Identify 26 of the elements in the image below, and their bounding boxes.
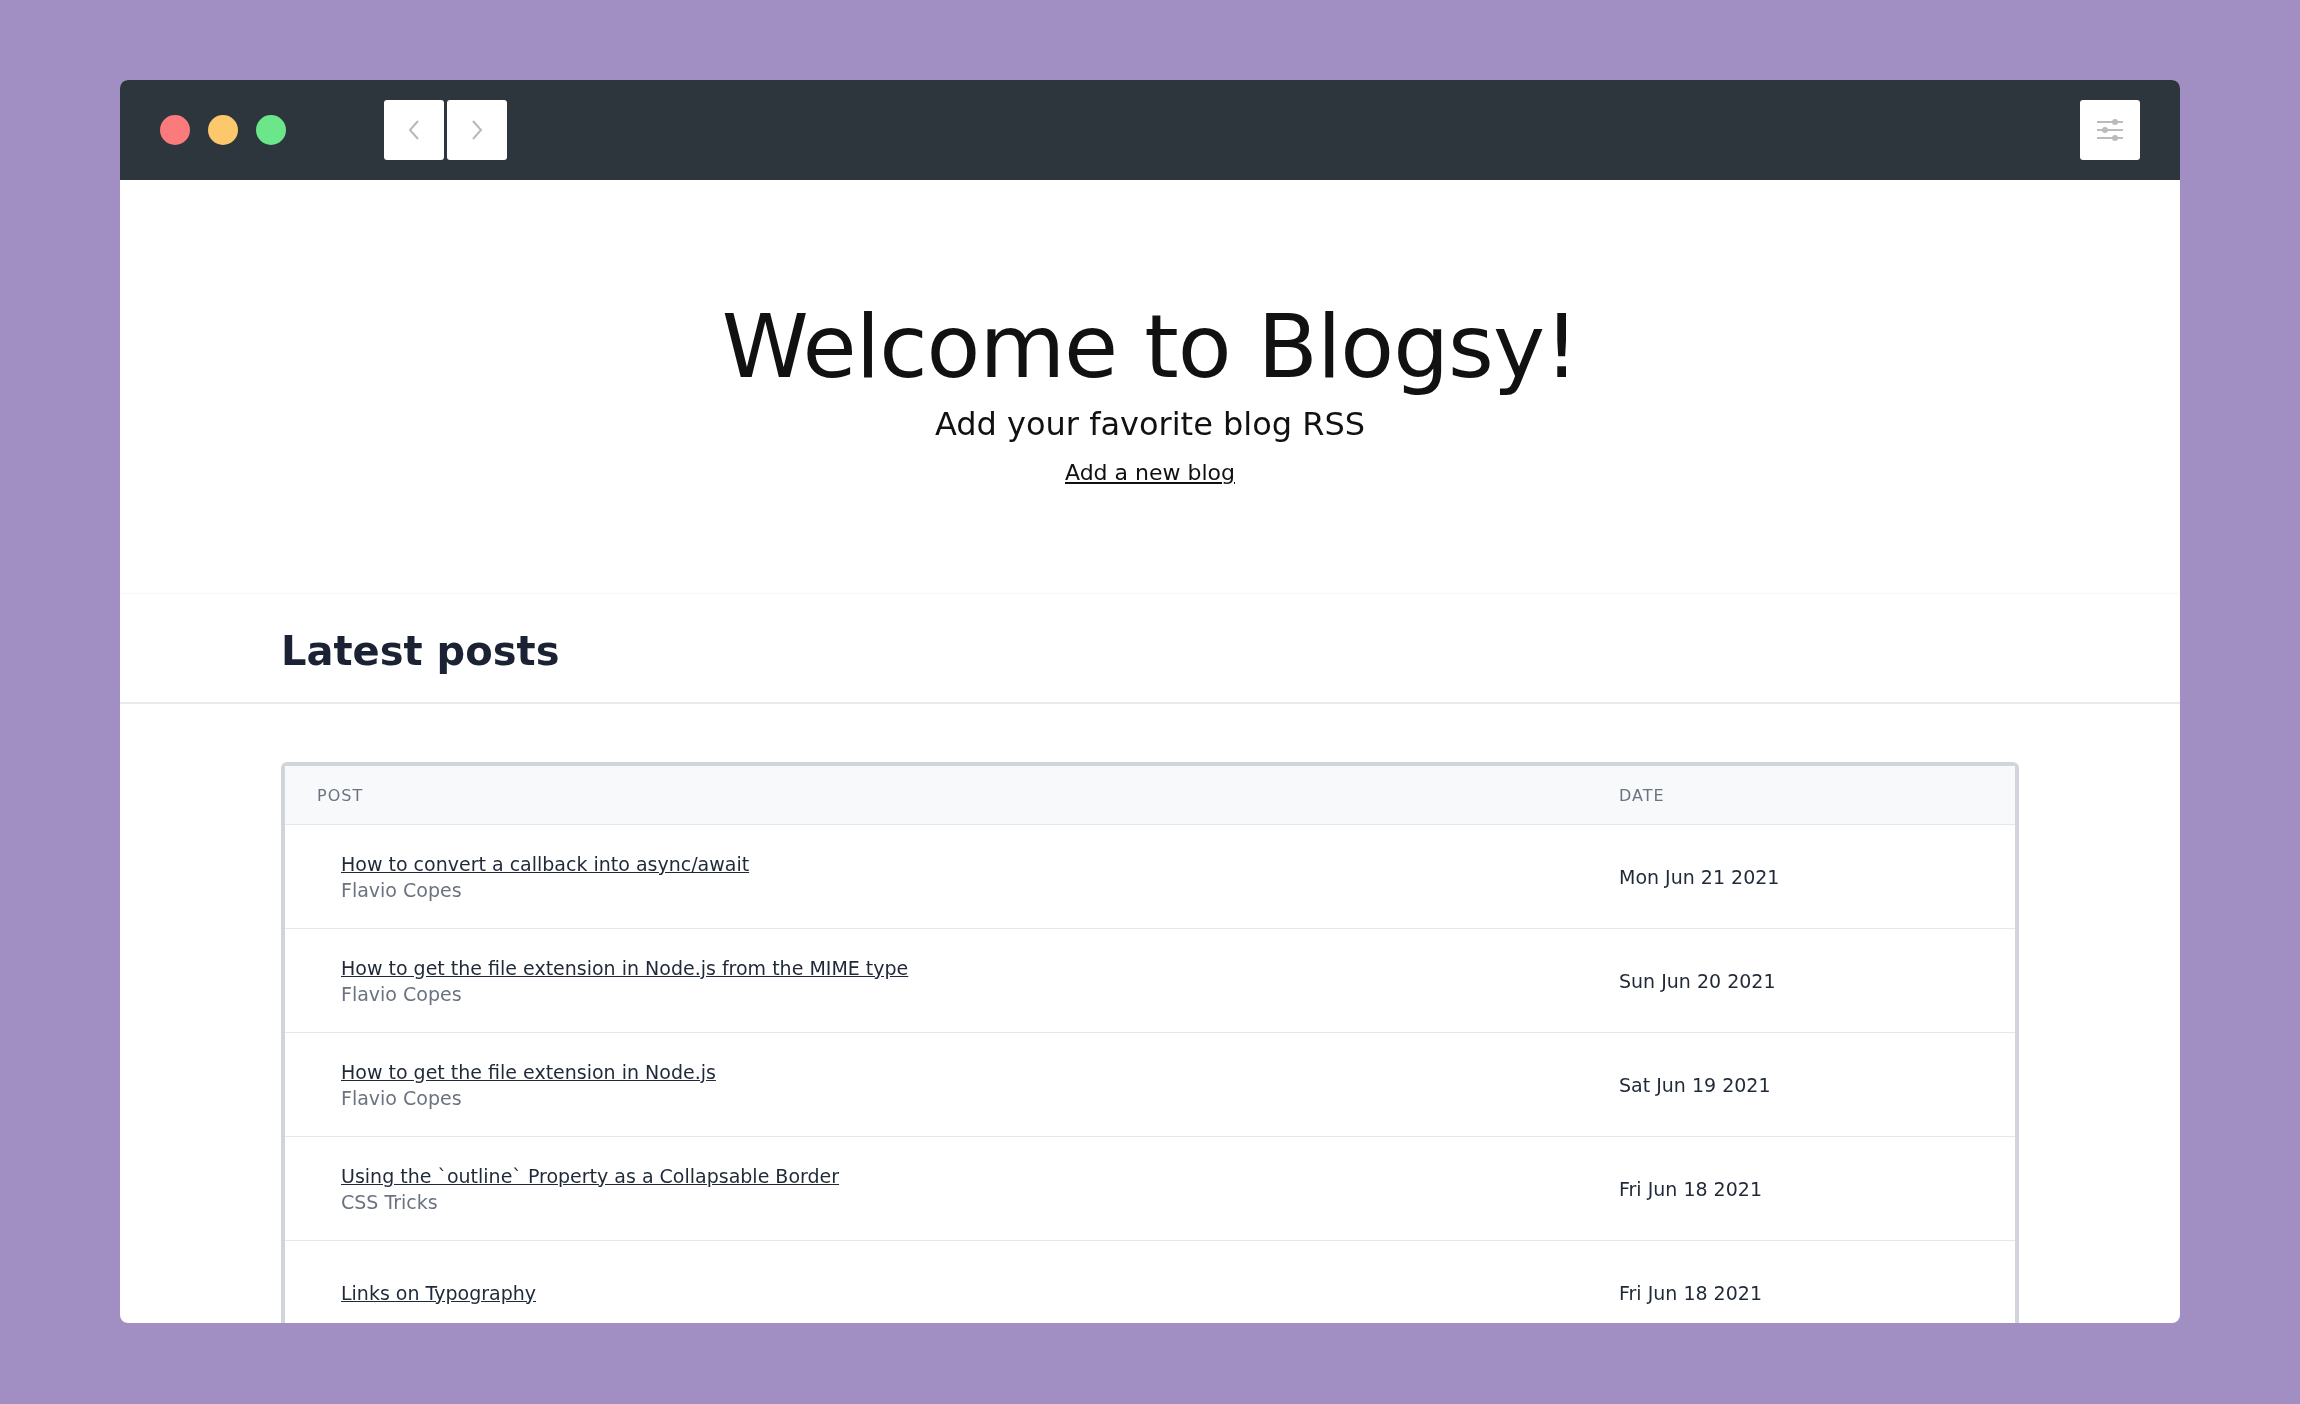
- post-title-link[interactable]: How to convert a callback into async/await: [341, 852, 750, 875]
- close-dot-icon[interactable]: [160, 115, 190, 145]
- subtitle: Add your favorite blog RSS: [934, 404, 1366, 445]
- section-title: Latest posts: [281, 628, 561, 674]
- post-date: Fri Jun 18 2021: [1619, 1177, 1763, 1200]
- post-date: Sat Jun 19 2021: [1619, 1073, 1772, 1096]
- post-title-link[interactable]: How to get the file extension in Node.js: [341, 1060, 716, 1083]
- post-title-link[interactable]: Links on Typography: [341, 1281, 536, 1304]
- maximize-dot-icon[interactable]: [256, 115, 286, 145]
- post-date: Sun Jun 20 2021: [1619, 969, 1777, 992]
- add-blog-link[interactable]: Add a new blog: [1065, 460, 1235, 485]
- chevron-left-icon: [407, 119, 421, 141]
- post-title-link[interactable]: How to get the file extension in Node.js from the MIME type: [341, 956, 909, 979]
- post-author: CSS Tricks: [341, 1190, 438, 1213]
- chevron-right-icon: [470, 119, 484, 141]
- minimize-dot-icon[interactable]: [208, 115, 238, 145]
- sliders-icon: [2096, 119, 2124, 141]
- post-date: Mon Jun 21 2021: [1619, 865, 1781, 888]
- post-author: Flavio Copes: [341, 1086, 462, 1109]
- post-author: Flavio Copes: [341, 982, 462, 1005]
- post-author: Flavio Copes: [341, 878, 462, 901]
- column-header: DATE: [1619, 785, 1666, 805]
- column-header: POST: [316, 785, 365, 805]
- page-title: Welcome to Blogsy!: [721, 294, 1579, 400]
- post-title-link[interactable]: Using the `outline` Property as a Collapsable Border: [341, 1164, 840, 1187]
- post-date: Fri Jun 18 2021: [1619, 1281, 1763, 1304]
